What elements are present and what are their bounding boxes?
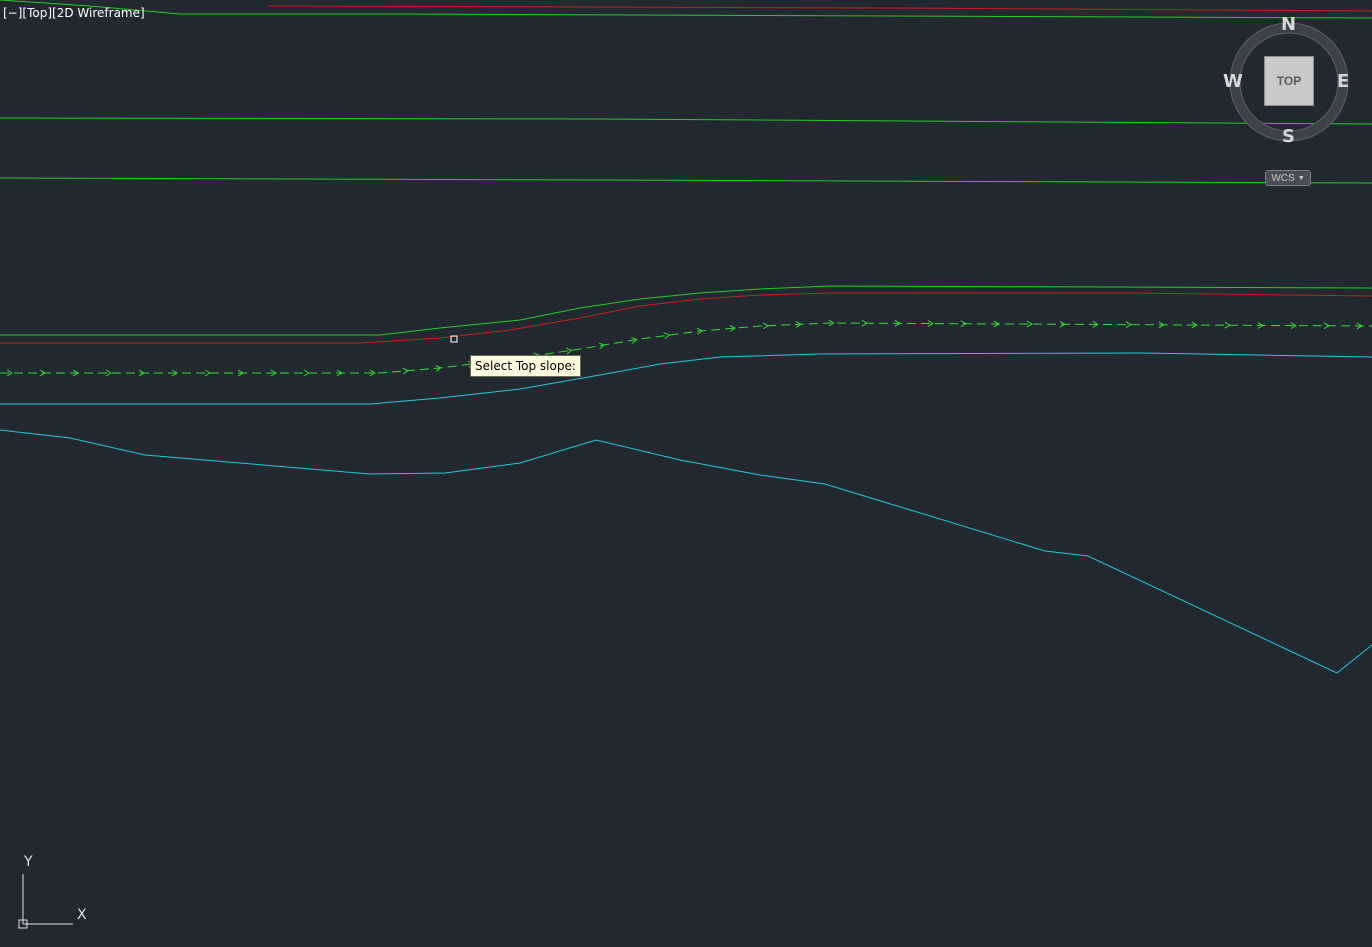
- viewport-controls: [−][Top][2D Wireframe]: [3, 6, 145, 20]
- flow-arrowhead: [762, 322, 769, 330]
- compass-south[interactable]: S: [1282, 126, 1295, 147]
- green-polyline-3[interactable]: [0, 177, 1372, 184]
- viewcube[interactable]: N S E W TOP: [1222, 14, 1357, 149]
- flow-arrowhead: [663, 332, 671, 340]
- chevron-down-icon: ▼: [1297, 174, 1305, 182]
- green-polyline-2[interactable]: [0, 117, 1372, 125]
- cyan-ground-line[interactable]: [0, 429, 1372, 674]
- command-tooltip: Select Top slope:: [470, 355, 581, 377]
- wcs-label: WCS: [1271, 172, 1295, 184]
- compass-east[interactable]: E: [1337, 71, 1349, 92]
- compass-west[interactable]: W: [1223, 71, 1243, 92]
- flow-arrowhead: [1323, 322, 1330, 330]
- viewcube-top-face[interactable]: TOP: [1264, 56, 1314, 106]
- ucs-y-label: Y: [24, 854, 33, 870]
- view-label[interactable]: [Top]: [22, 6, 52, 20]
- wcs-menu-button[interactable]: WCS ▼: [1265, 170, 1311, 186]
- ucs-x-label: X: [77, 907, 87, 923]
- drawing-canvas[interactable]: [0, 0, 1372, 947]
- cyan-bottom-slope-line[interactable]: [0, 352, 1372, 405]
- green-polyline-top[interactable]: [0, 0, 1372, 19]
- compass-north[interactable]: N: [1281, 14, 1296, 35]
- flow-arrowhead: [204, 369, 211, 377]
- flow-arrowhead: [1125, 321, 1132, 329]
- red-polyline-top[interactable]: [267, 5, 1372, 12]
- dashed-flow-line[interactable]: [0, 322, 1372, 374]
- flow-arrowheads: [6, 319, 1363, 377]
- visual-style-label[interactable]: [2D Wireframe]: [52, 6, 145, 20]
- ucs-icon: [18, 874, 73, 929]
- viewport-menu-button[interactable]: [−]: [3, 6, 22, 20]
- flow-arrowhead: [303, 369, 310, 377]
- flow-arrowhead: [402, 367, 409, 375]
- flow-arrowhead: [861, 319, 868, 327]
- flow-arrowhead: [1224, 321, 1231, 329]
